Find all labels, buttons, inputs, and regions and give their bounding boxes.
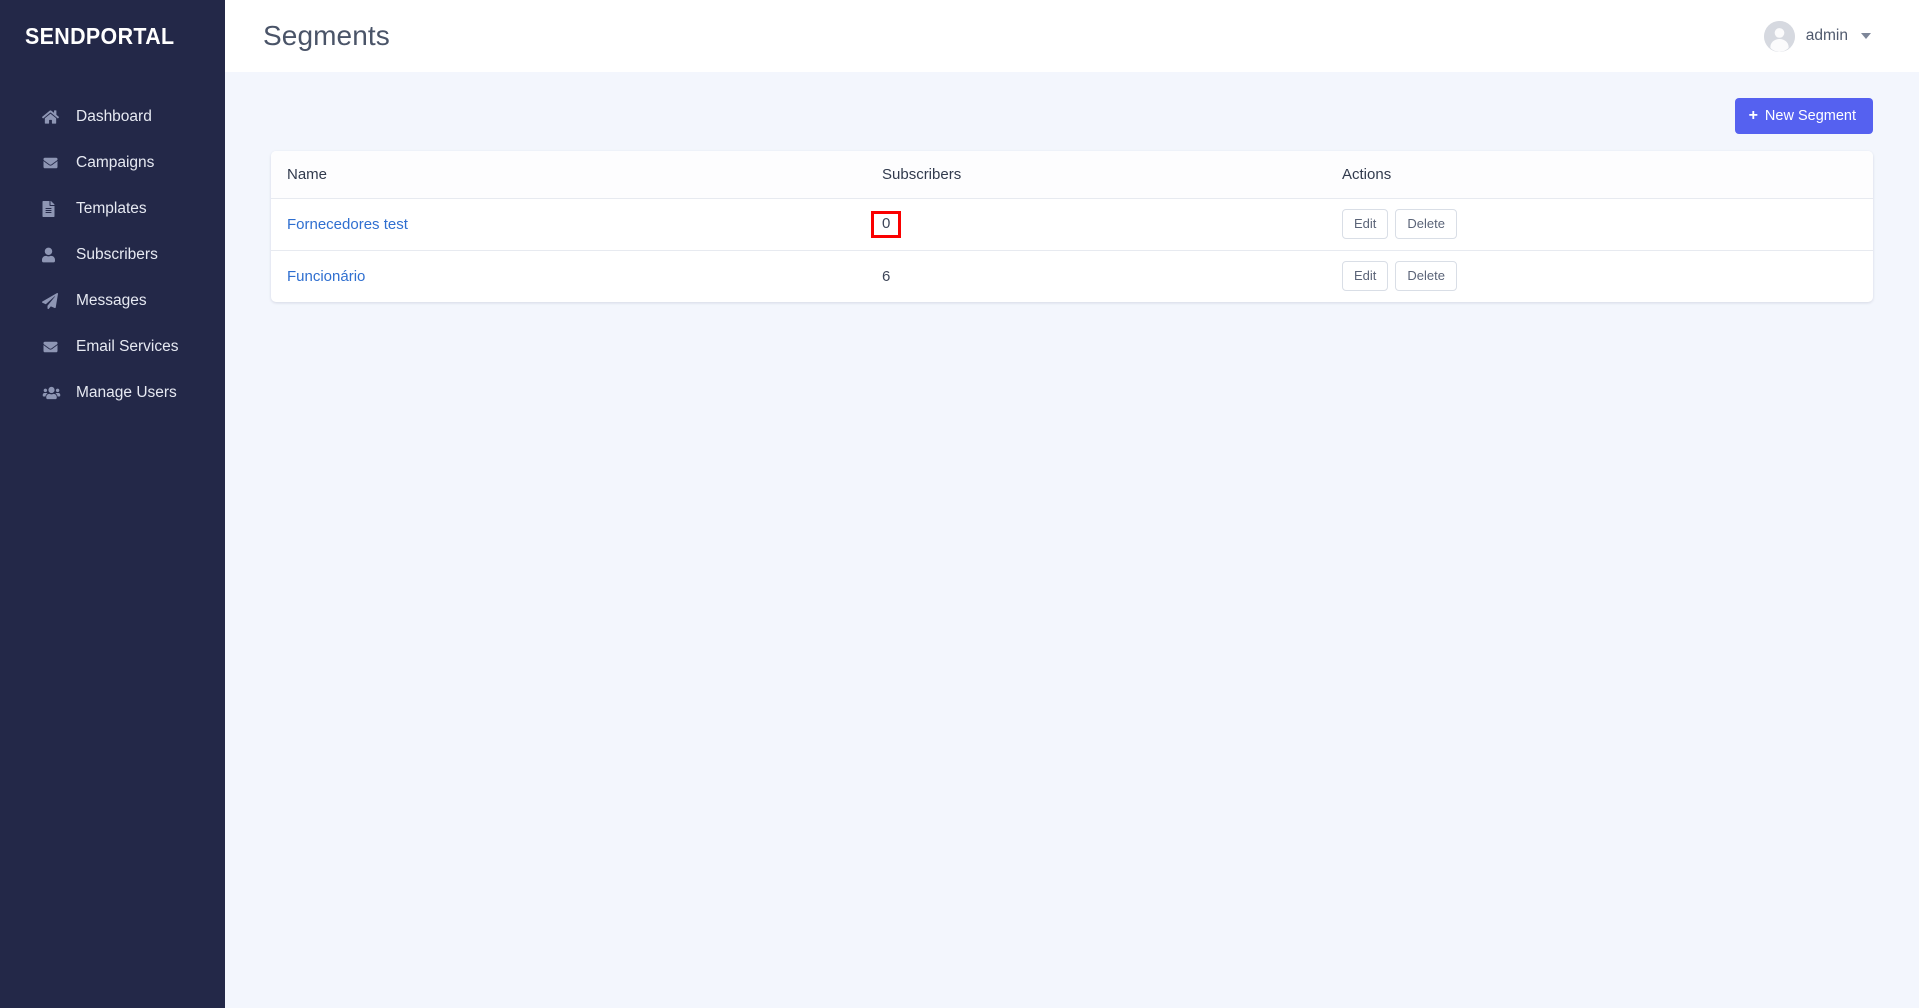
plus-icon: +	[1748, 106, 1758, 124]
user-menu[interactable]: admin	[1763, 20, 1871, 52]
segment-name-link[interactable]: Fornecedores test	[287, 216, 408, 233]
sidebar-item-subscribers[interactable]: Subscribers	[0, 232, 225, 278]
home-icon	[42, 109, 64, 125]
subscribers-count: 0	[870, 210, 902, 238]
new-segment-button[interactable]: + New Segment	[1734, 98, 1873, 134]
segments-card: Name Subscribers Actions Fornecedores te…	[271, 151, 1873, 302]
sidebar-item-email-services[interactable]: Email Services	[0, 324, 225, 370]
table-row: Funcionário 6 Edit Delete	[271, 250, 1873, 302]
column-header-actions: Actions	[1342, 151, 1873, 199]
user-name: admin	[1805, 27, 1848, 44]
sidebar: SENDPORTAL Dashboard Campaigns Templates	[0, 0, 225, 1008]
delete-button[interactable]: Delete	[1395, 208, 1457, 240]
new-segment-label: New Segment	[1764, 107, 1856, 124]
delete-button[interactable]: Delete	[1395, 261, 1457, 292]
action-bar: + New Segment	[271, 98, 1873, 134]
envelope-icon	[42, 156, 64, 170]
column-header-name: Name	[271, 151, 882, 199]
cell-actions: Edit Delete	[1342, 198, 1873, 251]
sidebar-nav: Dashboard Campaigns Templates Subscriber…	[0, 94, 225, 416]
column-header-subscribers: Subscribers	[882, 151, 1342, 199]
edit-button[interactable]: Edit	[1342, 261, 1389, 292]
cell-subscribers: 0	[870, 198, 1342, 251]
paper-plane-icon	[42, 293, 64, 309]
cell-actions: Edit Delete	[1342, 250, 1873, 302]
sidebar-item-label: Email Services	[76, 338, 179, 355]
table-header-row: Name Subscribers Actions	[271, 151, 1873, 199]
segment-name-link[interactable]: Funcionário	[287, 268, 365, 285]
main-area: Segments admin + New Segment Name Subscr…	[225, 0, 1919, 1008]
edit-button[interactable]: Edit	[1342, 208, 1389, 240]
segments-table: Name Subscribers Actions Fornecedores te…	[271, 151, 1873, 302]
content-area: + New Segment Name Subscribers Actions F…	[225, 72, 1919, 1008]
sidebar-item-label: Messages	[76, 292, 147, 309]
table-head: Name Subscribers Actions	[271, 151, 1873, 199]
sidebar-item-label: Manage Users	[76, 384, 177, 401]
sidebar-item-dashboard[interactable]: Dashboard	[0, 94, 225, 140]
cell-subscribers: 6	[882, 250, 1342, 302]
brand-name: SENDPORTAL	[25, 22, 175, 49]
subscribers-count: 6	[882, 267, 891, 285]
sidebar-item-manage-users[interactable]: Manage Users	[0, 370, 225, 416]
sidebar-item-campaigns[interactable]: Campaigns	[0, 140, 225, 186]
page-title: Segments	[263, 20, 390, 51]
sidebar-item-templates[interactable]: Templates	[0, 186, 225, 232]
table-row: Fornecedores test 0 Edit Delete	[271, 198, 1873, 251]
sidebar-item-label: Dashboard	[76, 108, 152, 125]
sidebar-item-label: Campaigns	[76, 154, 155, 171]
sidebar-item-label: Templates	[76, 200, 147, 217]
brand-logo[interactable]: SENDPORTAL	[0, 0, 225, 72]
chevron-down-icon[interactable]	[1861, 33, 1871, 39]
sidebar-item-messages[interactable]: Messages	[0, 278, 225, 324]
sidebar-item-label: Subscribers	[76, 246, 158, 263]
row-actions: Edit Delete	[1342, 261, 1873, 292]
user-icon	[42, 247, 64, 263]
table-body: Fornecedores test 0 Edit Delete Funcioná…	[271, 198, 1873, 302]
top-header: Segments admin	[225, 0, 1919, 72]
app-root: SENDPORTAL Dashboard Campaigns Templates	[0, 0, 1919, 1008]
users-icon	[42, 386, 64, 400]
row-actions: Edit Delete	[1342, 208, 1873, 240]
cell-name: Fornecedores test	[271, 198, 882, 251]
avatar	[1763, 20, 1795, 52]
document-icon	[42, 201, 64, 217]
envelope-icon	[42, 340, 64, 354]
cell-name: Funcionário	[271, 250, 882, 302]
